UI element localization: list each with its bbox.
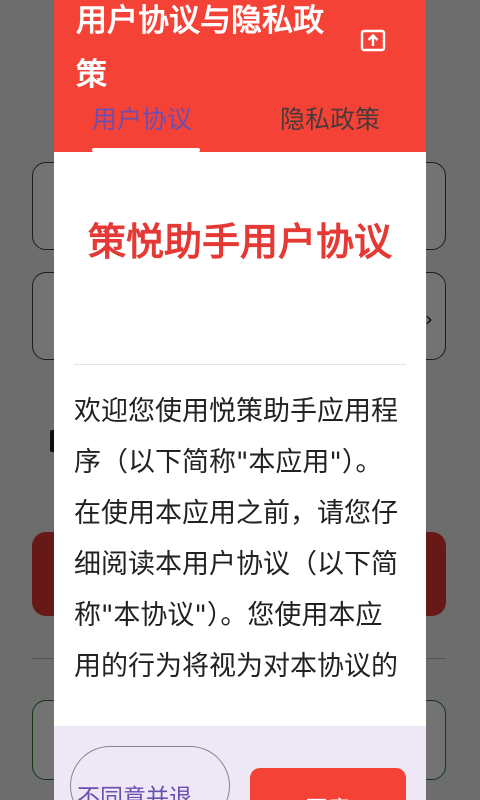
tab-privacy-policy[interactable]: 隐私政策	[280, 98, 380, 142]
agree-button[interactable]: 同意	[250, 768, 406, 800]
dialog-header: 用户协议与隐私政策 用户协议 隐私政策	[54, 0, 426, 152]
agreement-content[interactable]: 策悦助手用户协议 欢迎您使用悦策助手应用程序（以下简称"本应用"）。在使用本应用…	[54, 152, 426, 726]
decline-exit-button[interactable]: 不同意并退	[70, 746, 230, 800]
agreement-dialog: 用户协议与隐私政策 用户协议 隐私政策 策悦助手用户协议 欢迎您使用悦策助手应用…	[54, 0, 426, 800]
dialog-title: 用户协议与隐私政策	[76, 3, 324, 93]
tab-user-agreement[interactable]: 用户协议	[92, 98, 192, 142]
dialog-footer: 不同意并退 同意	[54, 726, 426, 800]
agreement-text: 欢迎您使用悦策助手应用程序（以下简称"本应用"）。在使用本应用之前，请您仔细阅读…	[74, 396, 398, 682]
content-divider	[74, 364, 406, 365]
share-icon[interactable]	[360, 28, 386, 52]
agreement-title: 策悦助手用户协议	[87, 220, 392, 264]
